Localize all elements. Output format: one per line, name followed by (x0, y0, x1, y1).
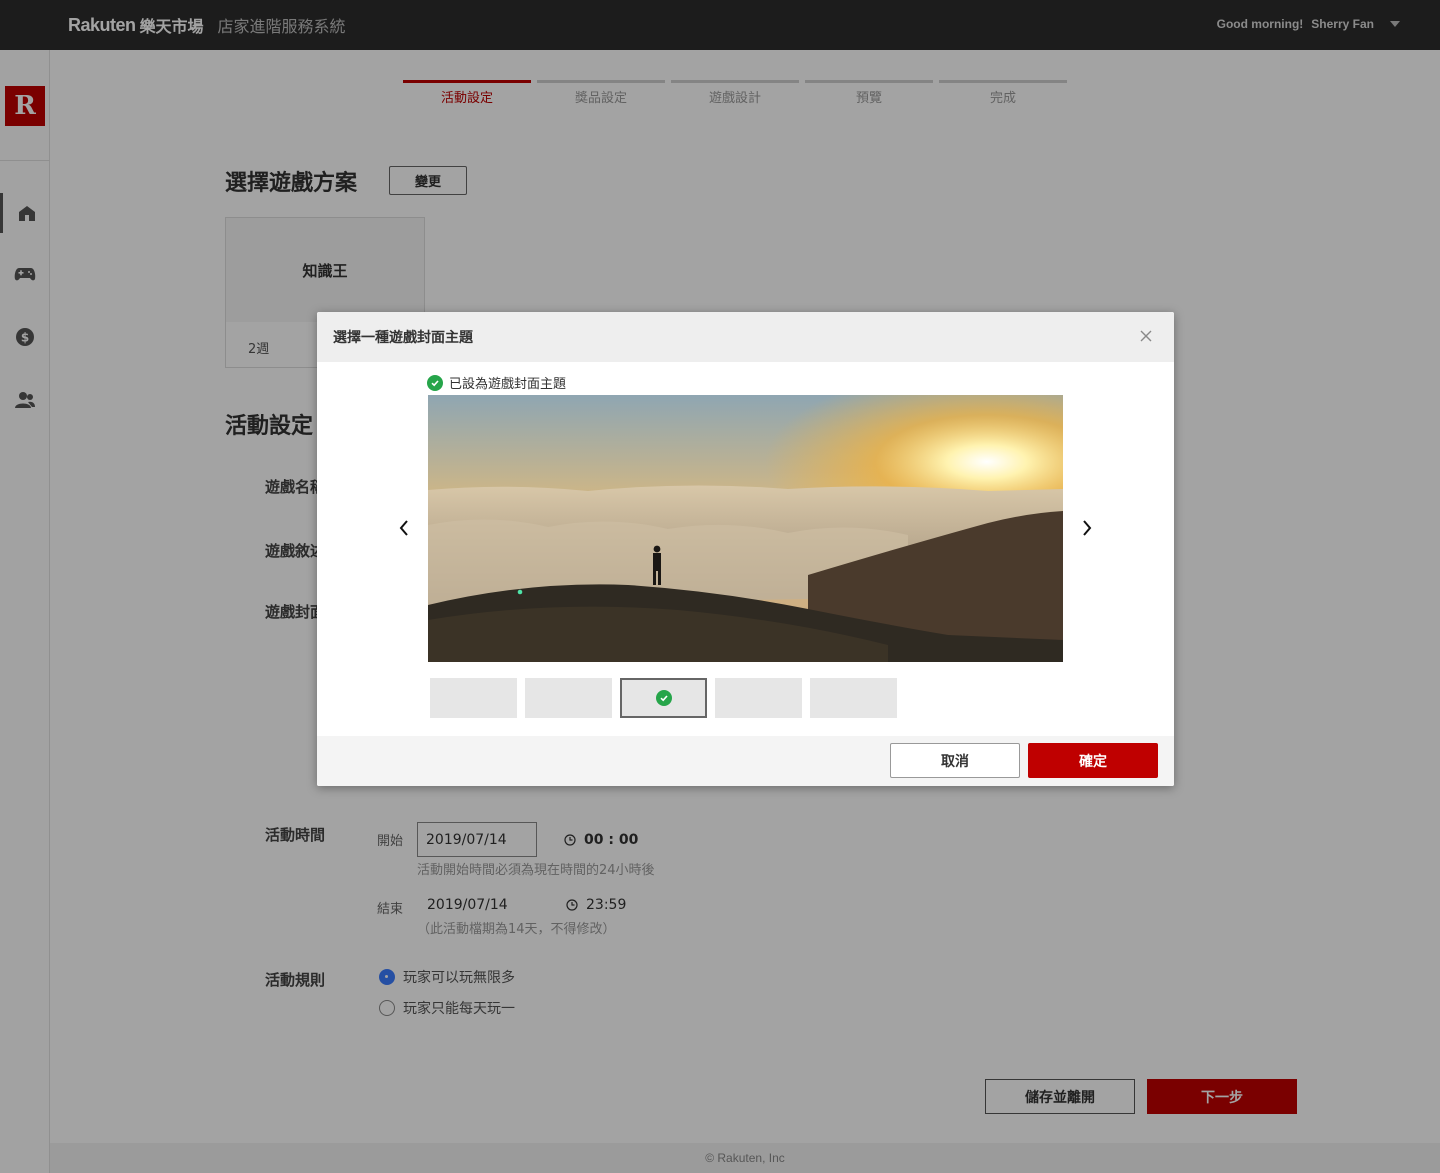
cover-preview-image (428, 395, 1063, 662)
theme-thumbnail-selected[interactable] (620, 678, 707, 718)
dialog-title: 選擇一種遊戲封面主題 (333, 330, 473, 346)
chevron-right-icon (1083, 520, 1092, 536)
chevron-left-icon (399, 520, 408, 536)
dialog-footer: 取消 確定 (317, 736, 1174, 786)
cover-theme-dialog: 選擇一種遊戲封面主題 已設為遊戲封面主題 取消 確定 (317, 312, 1174, 786)
theme-thumbnail[interactable] (810, 678, 897, 718)
check-circle-icon (427, 374, 443, 391)
theme-thumbnail[interactable] (715, 678, 802, 718)
theme-thumbnail[interactable] (525, 678, 612, 718)
selected-theme-note: 已設為遊戲封面主題 (427, 373, 566, 392)
selected-note-text: 已設為遊戲封面主題 (449, 377, 567, 392)
dialog-header: 選擇一種遊戲封面主題 (317, 312, 1174, 362)
cancel-button[interactable]: 取消 (890, 743, 1020, 778)
close-button[interactable] (1136, 326, 1156, 346)
theme-thumbnails (430, 678, 897, 718)
next-theme-button[interactable] (1075, 516, 1099, 540)
theme-thumbnail[interactable] (430, 678, 517, 718)
close-icon (1140, 330, 1152, 342)
check-circle-icon (655, 690, 672, 706)
prev-theme-button[interactable] (392, 516, 416, 540)
confirm-button[interactable]: 確定 (1028, 743, 1158, 778)
